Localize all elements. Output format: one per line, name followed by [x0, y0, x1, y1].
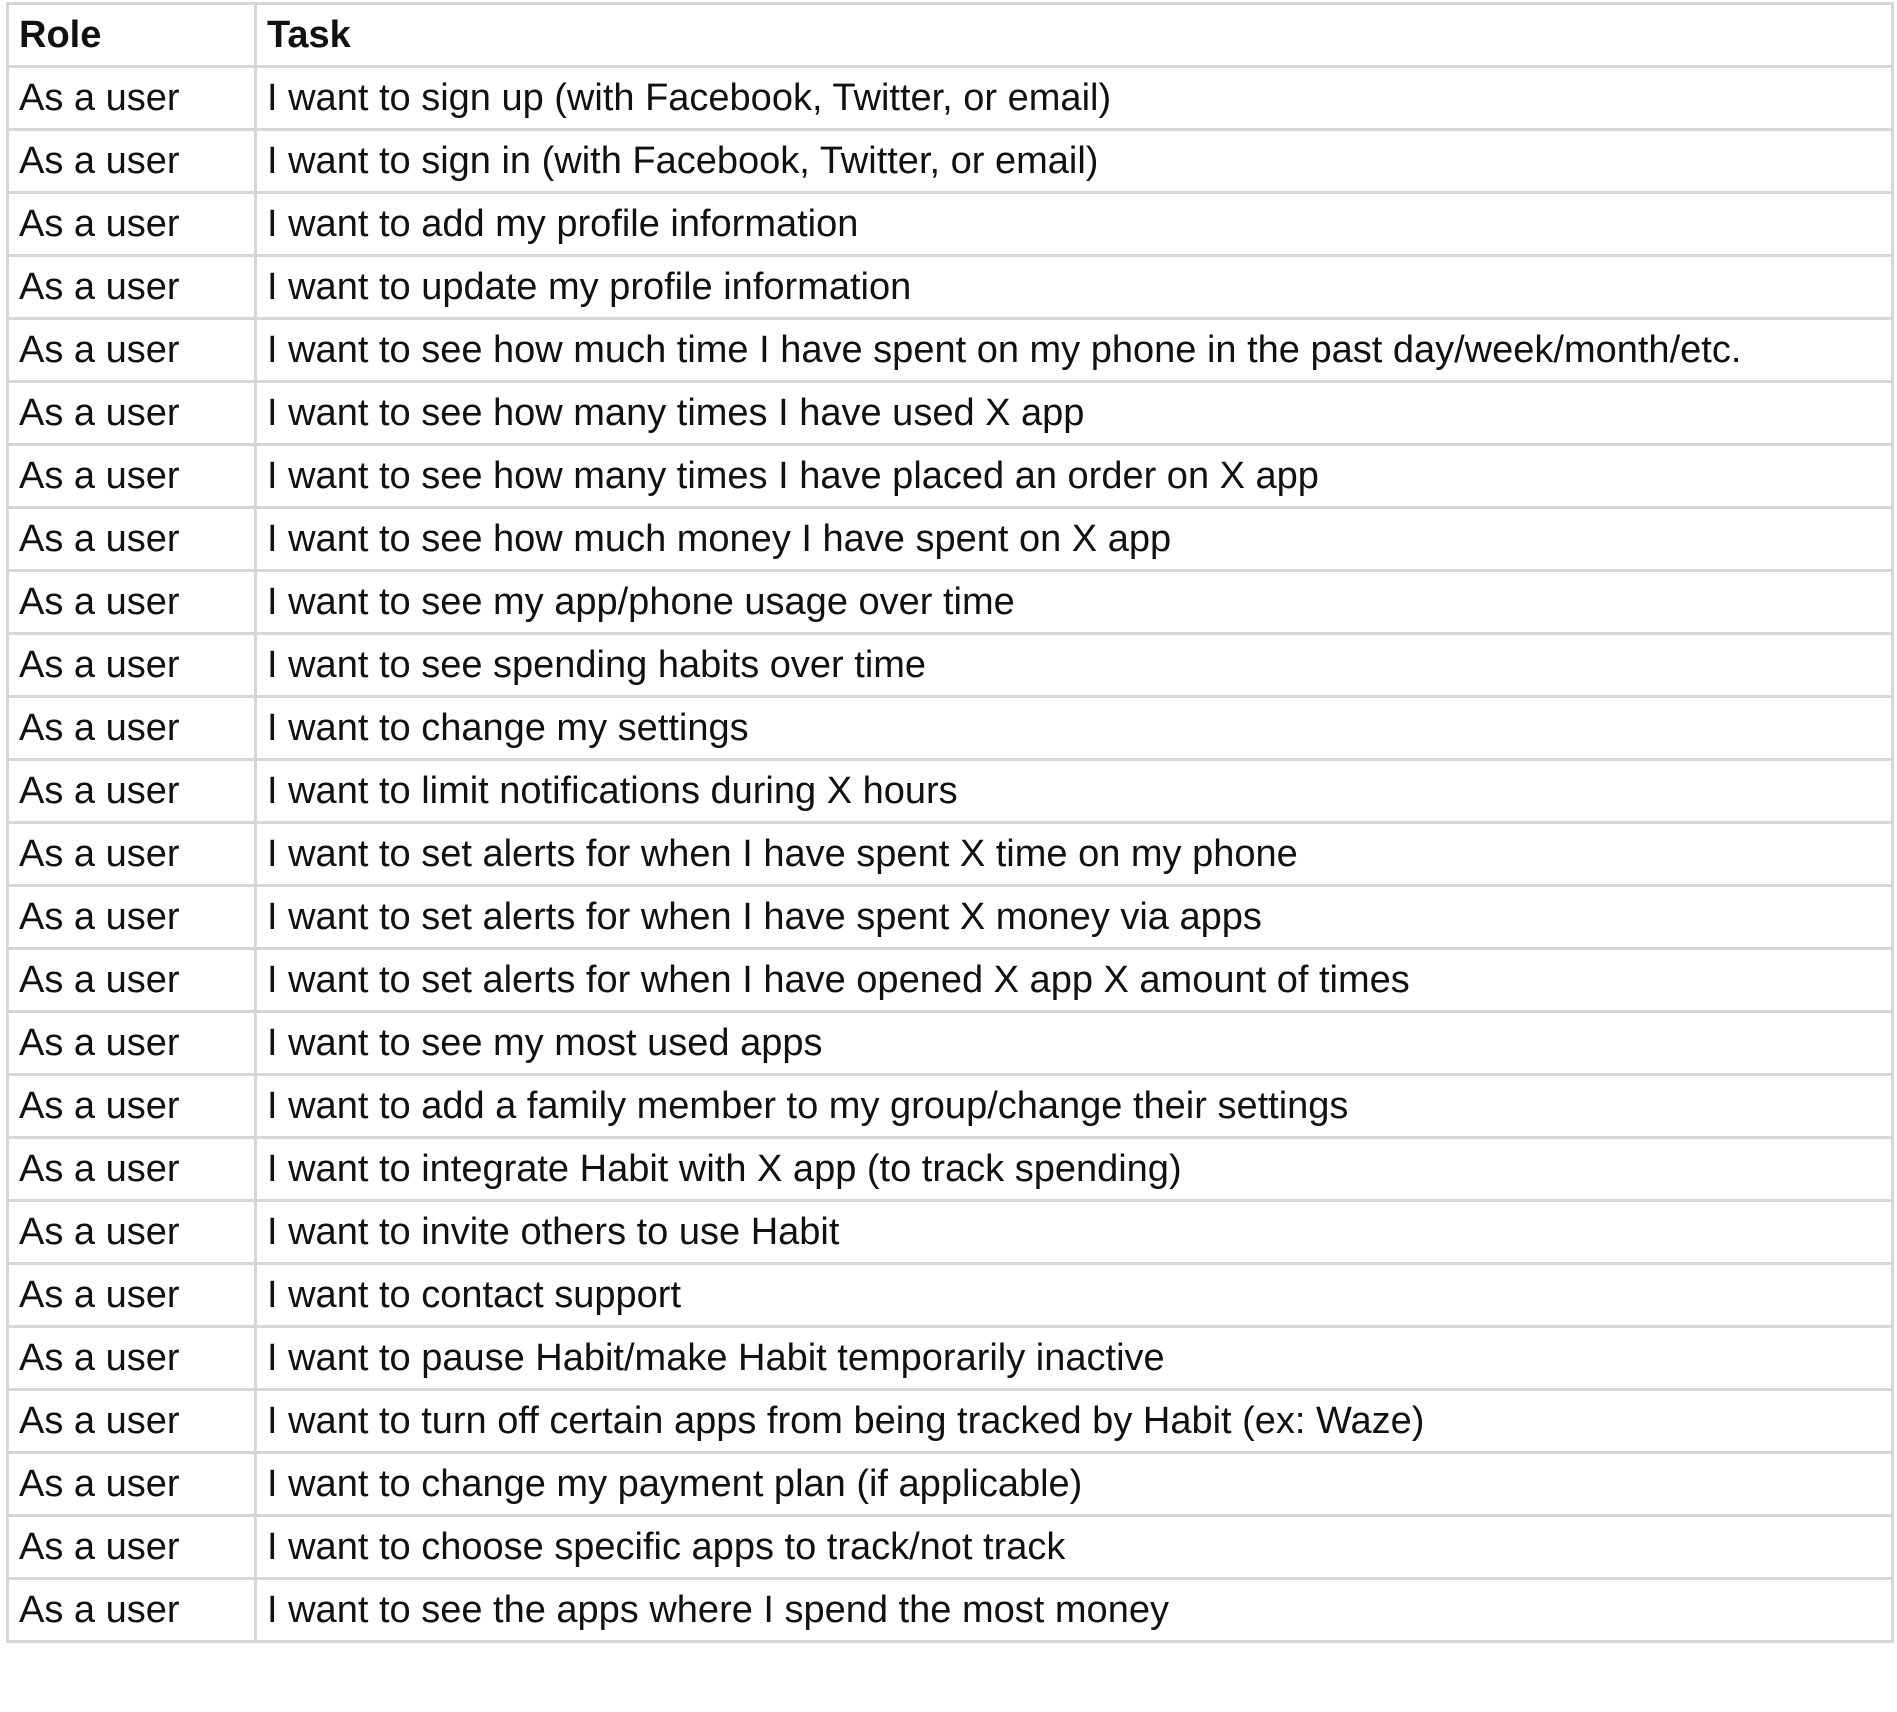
table-row: As a user I want to set alerts for when … — [6, 947, 1894, 1013]
task-cell: I want to see how many times I have plac… — [254, 443, 1894, 509]
table-row: As a user I want to set alerts for when … — [6, 821, 1894, 887]
role-column-header: Role — [6, 2, 257, 68]
role-cell: As a user — [6, 506, 257, 572]
role-cell: As a user — [6, 65, 257, 131]
table-row: As a user I want to set alerts for when … — [6, 884, 1894, 950]
task-cell: I want to update my profile information — [254, 254, 1894, 320]
task-cell: I want to change my settings — [254, 695, 1894, 761]
table-row: As a user I want to contact support — [6, 1262, 1894, 1328]
task-cell: I want to see how much money I have spen… — [254, 506, 1894, 572]
user-stories-table: Role Task As a user I want to sign up (w… — [6, 2, 1894, 1643]
table-row: As a user I want to see how much money I… — [6, 506, 1894, 572]
role-cell: As a user — [6, 254, 257, 320]
table-row: As a user I want to see my most used app… — [6, 1010, 1894, 1076]
role-cell: As a user — [6, 947, 257, 1013]
role-cell: As a user — [6, 1451, 257, 1517]
role-cell: As a user — [6, 821, 257, 887]
task-cell: I want to sign up (with Facebook, Twitte… — [254, 65, 1894, 131]
task-cell: I want to see spending habits over time — [254, 632, 1894, 698]
table-row: As a user I want to see spending habits … — [6, 632, 1894, 698]
table-row: As a user I want to see how much time I … — [6, 317, 1894, 383]
task-cell: I want to pause Habit/make Habit tempora… — [254, 1325, 1894, 1391]
table-row: As a user I want to add my profile infor… — [6, 191, 1894, 257]
table-row: As a user I want to see my app/phone usa… — [6, 569, 1894, 635]
task-cell: I want to see how much time I have spent… — [254, 317, 1894, 383]
table-row: As a user I want to see the apps where I… — [6, 1577, 1894, 1643]
role-cell: As a user — [6, 1010, 257, 1076]
table-row: As a user I want to change my settings — [6, 695, 1894, 761]
task-cell: I want to see my app/phone usage over ti… — [254, 569, 1894, 635]
task-cell: I want to change my payment plan (if app… — [254, 1451, 1894, 1517]
table-row: As a user I want to add a family member … — [6, 1073, 1894, 1139]
task-cell: I want to add my profile information — [254, 191, 1894, 257]
role-cell: As a user — [6, 380, 257, 446]
role-cell: As a user — [6, 1199, 257, 1265]
task-column-header: Task — [254, 2, 1894, 68]
table-row: As a user I want to update my profile in… — [6, 254, 1894, 320]
role-cell: As a user — [6, 443, 257, 509]
table-row: As a user I want to pause Habit/make Hab… — [6, 1325, 1894, 1391]
task-cell: I want to contact support — [254, 1262, 1894, 1328]
role-cell: As a user — [6, 317, 257, 383]
role-cell: As a user — [6, 1388, 257, 1454]
task-cell: I want to invite others to use Habit — [254, 1199, 1894, 1265]
task-cell: I want to add a family member to my grou… — [254, 1073, 1894, 1139]
task-cell: I want to integrate Habit with X app (to… — [254, 1136, 1894, 1202]
role-cell: As a user — [6, 1262, 257, 1328]
task-cell: I want to see how many times I have used… — [254, 380, 1894, 446]
table-row: As a user I want to integrate Habit with… — [6, 1136, 1894, 1202]
table-row: As a user I want to change my payment pl… — [6, 1451, 1894, 1517]
table-row: As a user I want to choose specific apps… — [6, 1514, 1894, 1580]
task-cell: I want to set alerts for when I have ope… — [254, 947, 1894, 1013]
header-row: Role Task — [6, 2, 1894, 68]
table-row: As a user I want to see how many times I… — [6, 380, 1894, 446]
role-cell: As a user — [6, 1073, 257, 1139]
task-cell: I want to turn off certain apps from bei… — [254, 1388, 1894, 1454]
task-cell: I want to sign in (with Facebook, Twitte… — [254, 128, 1894, 194]
task-cell: I want to choose specific apps to track/… — [254, 1514, 1894, 1580]
task-cell: I want to limit notifications during X h… — [254, 758, 1894, 824]
role-cell: As a user — [6, 128, 257, 194]
role-cell: As a user — [6, 884, 257, 950]
task-cell: I want to see my most used apps — [254, 1010, 1894, 1076]
role-cell: As a user — [6, 1136, 257, 1202]
role-cell: As a user — [6, 191, 257, 257]
role-cell: As a user — [6, 1325, 257, 1391]
role-cell: As a user — [6, 758, 257, 824]
table-body: As a user I want to sign up (with Facebo… — [6, 65, 1894, 1643]
role-cell: As a user — [6, 569, 257, 635]
table-row: As a user I want to sign up (with Facebo… — [6, 65, 1894, 131]
table-row: As a user I want to invite others to use… — [6, 1199, 1894, 1265]
table-row: As a user I want to see how many times I… — [6, 443, 1894, 509]
task-cell: I want to set alerts for when I have spe… — [254, 821, 1894, 887]
table-row: As a user I want to limit notifications … — [6, 758, 1894, 824]
role-cell: As a user — [6, 695, 257, 761]
task-cell: I want to set alerts for when I have spe… — [254, 884, 1894, 950]
user-stories-sheet: Role Task As a user I want to sign up (w… — [6, 2, 1894, 1643]
role-cell: As a user — [6, 1577, 257, 1643]
table-row: As a user I want to sign in (with Facebo… — [6, 128, 1894, 194]
table-row: As a user I want to turn off certain app… — [6, 1388, 1894, 1454]
task-cell: I want to see the apps where I spend the… — [254, 1577, 1894, 1643]
role-cell: As a user — [6, 1514, 257, 1580]
role-cell: As a user — [6, 632, 257, 698]
